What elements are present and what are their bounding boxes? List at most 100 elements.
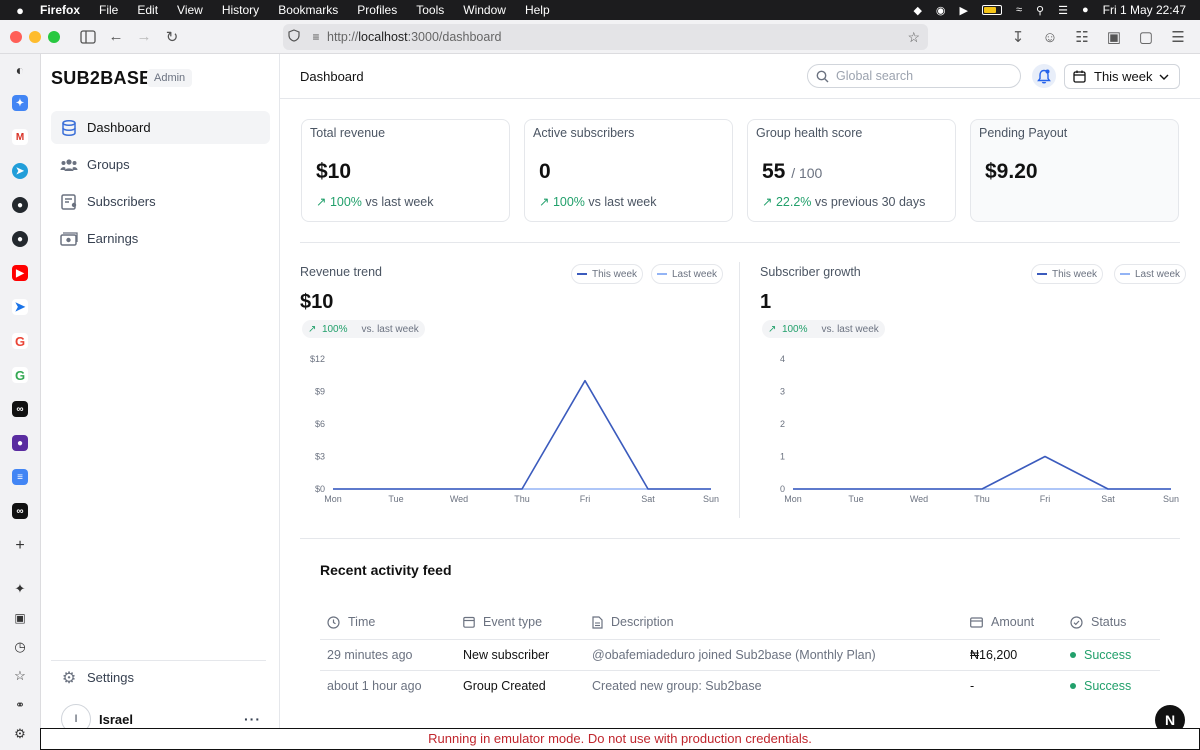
stat-title: Active subscribers — [533, 126, 635, 140]
extensions-icon[interactable]: ☷ — [1068, 25, 1096, 49]
siri-icon[interactable]: ● — [1082, 4, 1089, 16]
bookmarks-icon[interactable]: ☆ — [12, 668, 28, 684]
extension-icon[interactable]: ▣ — [12, 610, 28, 626]
control-center-icon[interactable]: ☰ — [1058, 4, 1068, 17]
stat-value: $10 — [316, 160, 352, 183]
status-icon[interactable]: ◉ — [936, 4, 946, 17]
shield-icon[interactable] — [283, 29, 305, 45]
column-header-description[interactable]: Description — [592, 615, 674, 629]
menu-edit[interactable]: Edit — [137, 3, 158, 17]
notifications-button[interactable] — [1032, 64, 1056, 88]
period-label: This week — [1094, 69, 1153, 84]
settings-gear-icon[interactable]: ⚙ — [12, 726, 28, 742]
history-icon[interactable]: ◷ — [12, 639, 28, 655]
docs-icon[interactable]: ≡ — [12, 469, 28, 485]
menu-view[interactable]: View — [177, 3, 203, 17]
y-tick-label: 0 — [780, 484, 785, 494]
add-icon[interactable]: + — [12, 537, 28, 554]
row-amount: - — [970, 679, 975, 693]
sidebar-item-settings[interactable]: ⚙ Settings — [51, 661, 270, 694]
menu-app[interactable]: Firefox — [40, 3, 80, 17]
sidebar-item-dashboard[interactable]: Dashboard — [51, 111, 270, 144]
menu-window[interactable]: Window — [463, 3, 506, 17]
account-icon[interactable]: ☺ — [1036, 25, 1064, 49]
sidebar-item-subscribers[interactable]: Subscribers — [51, 185, 270, 218]
back-icon[interactable]: ← — [102, 25, 130, 49]
send-icon[interactable]: ➤ — [12, 299, 28, 315]
wifi-icon[interactable]: ≈ — [1016, 4, 1022, 16]
containers-icon[interactable]: ▣ — [1100, 25, 1128, 49]
status-dot — [1070, 652, 1076, 658]
sidebar-toggle-icon[interactable] — [74, 25, 102, 49]
legend-last-week[interactable]: Last week — [1114, 264, 1187, 284]
zoom-window-button[interactable] — [48, 30, 60, 43]
menu-help[interactable]: Help — [525, 3, 550, 17]
y-tick-label: 3 — [780, 387, 785, 397]
sidebar-item-label: Settings — [87, 670, 134, 685]
status-icon[interactable]: ◆ — [913, 4, 921, 17]
legend-swatch — [1037, 273, 1047, 275]
x-tick-label: Sat — [1101, 494, 1115, 504]
column-header-time[interactable]: Time — [327, 615, 375, 629]
legend-swatch — [577, 273, 587, 275]
sidebar-item-label: Subscribers — [87, 194, 156, 209]
battery-icon[interactable] — [981, 5, 1002, 15]
subscriber-growth-chart: 0 1 2 3 4 Mon Tue Wed Thu Fri Sat Sun — [780, 354, 1179, 504]
apple-icon[interactable]: ● — [0, 3, 40, 18]
stat-delta: ↗ 100% vs last week — [539, 194, 657, 209]
chart-delta: ↗ 100% vs. last week — [762, 320, 885, 338]
sidebar-item-earnings[interactable]: Earnings — [51, 222, 270, 255]
macos-menubar: ● Firefox File Edit View History Bookmar… — [0, 0, 1200, 20]
column-header-amount[interactable]: Amount — [970, 615, 1034, 629]
document-icon — [592, 615, 603, 629]
app-icon[interactable]: ● — [12, 435, 28, 451]
legend-this-week[interactable]: This week — [1031, 264, 1104, 284]
more-options-icon[interactable]: ··· — [244, 711, 261, 727]
menu-history[interactable]: History — [222, 3, 259, 17]
menu-bookmarks[interactable]: Bookmarks — [278, 3, 338, 17]
menu-file[interactable]: File — [99, 3, 118, 17]
app-icon[interactable]: ∞ — [12, 503, 28, 519]
github-icon[interactable]: ● — [12, 197, 28, 213]
column-header-event-type[interactable]: Event type — [463, 615, 542, 629]
passwords-icon[interactable]: ⚭ — [12, 697, 28, 713]
brand-logo[interactable]: SUB2BASE — [51, 68, 151, 89]
reload-icon[interactable]: ↻ — [158, 25, 186, 49]
google-icon[interactable]: G — [12, 367, 28, 383]
sidebar-item-label: Earnings — [87, 231, 139, 246]
table-row[interactable]: 29 minutes ago New subscriber @obafemiad… — [320, 639, 1160, 670]
spotlight-icon[interactable]: ⚲ — [1036, 4, 1044, 17]
menu-tools[interactable]: Tools — [416, 3, 444, 17]
play-icon[interactable]: ▶ — [960, 4, 968, 17]
minimize-window-button[interactable] — [29, 30, 41, 43]
github-icon[interactable]: ● — [12, 231, 28, 247]
menu-icon[interactable]: ☰ — [1164, 25, 1192, 49]
app-icon[interactable]: ∞ — [12, 401, 28, 417]
legend-label: Last week — [672, 268, 718, 280]
bookmark-star-icon[interactable]: ☆ — [907, 29, 920, 46]
sidebar-item-groups[interactable]: Groups — [51, 148, 270, 181]
legend-this-week[interactable]: This week — [571, 264, 644, 284]
google-icon[interactable]: G — [12, 333, 28, 349]
period-select[interactable]: This week — [1064, 64, 1180, 89]
global-search-input[interactable]: Global search — [807, 64, 1021, 88]
sparkle-icon[interactable]: ✦ — [12, 581, 28, 597]
row-amount: ₦16,200 — [970, 648, 1018, 662]
table-row[interactable]: about 1 hour ago Group Created Created n… — [320, 670, 1160, 701]
gmail-icon[interactable]: M — [12, 129, 28, 145]
forward-icon[interactable]: → — [130, 25, 158, 49]
address-bar[interactable]: ≡ http://localhost:3000/dashboard ☆ — [283, 24, 928, 50]
ai-chat-icon[interactable]: ✦ — [12, 95, 28, 111]
site-info-icon[interactable]: ≡ — [305, 30, 327, 44]
sidebar-panel-icon[interactable]: ▢ — [1132, 25, 1160, 49]
legend-last-week[interactable]: Last week — [651, 264, 724, 284]
youtube-icon[interactable]: ▶ — [12, 265, 28, 281]
user-name: Israel — [99, 711, 133, 727]
telegram-icon[interactable]: ➤ — [12, 163, 28, 179]
menubar-clock[interactable]: Fri 1 May 22:47 — [1103, 3, 1186, 17]
column-header-status[interactable]: Status — [1070, 615, 1126, 629]
close-window-button[interactable] — [10, 30, 22, 43]
globe-icon[interactable]: ◐ — [12, 62, 28, 78]
downloads-icon[interactable]: ↧ — [1004, 25, 1032, 49]
menu-profiles[interactable]: Profiles — [357, 3, 397, 17]
